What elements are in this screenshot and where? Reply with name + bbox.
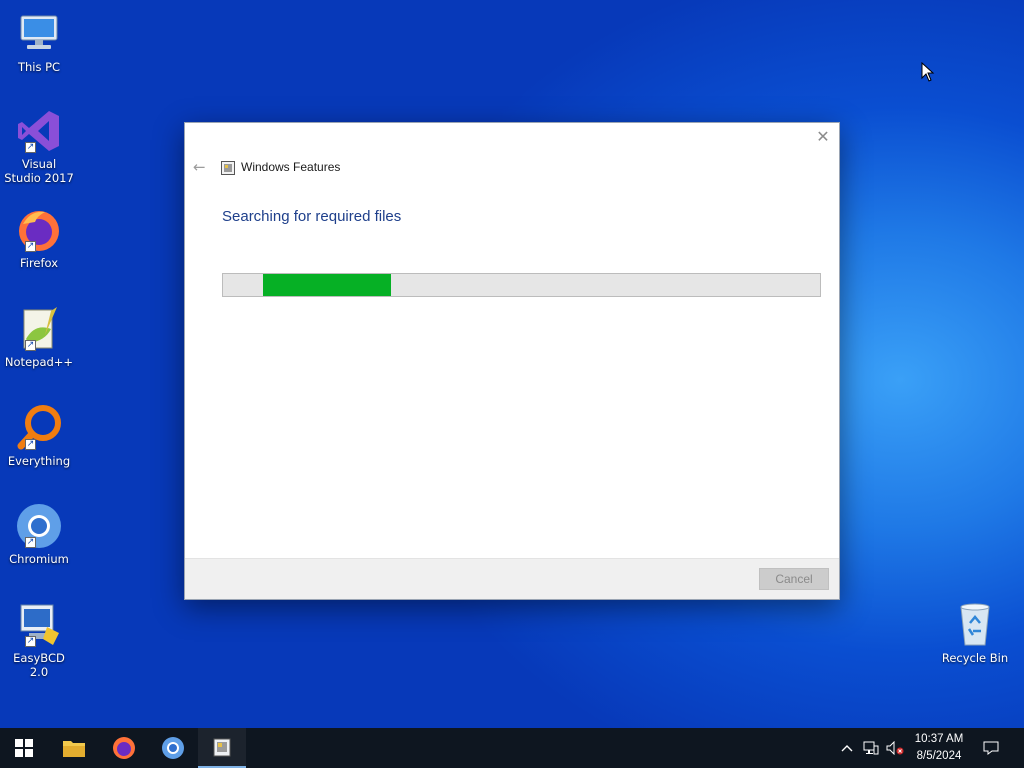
firefox-icon: ↗ [15, 206, 63, 254]
progress-bar [222, 273, 821, 297]
desktop-icon-label: Chromium [9, 552, 69, 566]
shortcut-arrow-icon: ↗ [25, 636, 36, 647]
recycle-bin-icon [951, 601, 999, 649]
shortcut-arrow-icon: ↗ [25, 537, 36, 548]
status-heading: Searching for required files [222, 208, 402, 225]
windows-start-icon [15, 739, 33, 757]
close-icon[interactable]: ✕ [815, 129, 831, 145]
mouse-cursor-icon [921, 61, 935, 86]
dialog-title: Windows Features [241, 160, 341, 174]
taskbar-file-explorer[interactable] [50, 728, 98, 768]
start-button[interactable] [0, 728, 48, 768]
network-icon[interactable] [860, 728, 882, 768]
desktop-icon-label: Recycle Bin [941, 651, 1009, 665]
desktop-icon-chromium[interactable]: ↗ Chromium [4, 502, 74, 566]
taskbar-firefox[interactable] [100, 728, 148, 768]
show-hidden-icons-chevron-icon[interactable] [838, 728, 856, 768]
back-arrow-icon[interactable]: ← [193, 158, 206, 176]
action-center-icon[interactable] [978, 728, 1004, 768]
dialog-footer: Cancel [185, 558, 839, 599]
taskbar: 10:37 AM 8/5/2024 [0, 728, 1024, 768]
desktop-icon-this-pc[interactable]: This PC [4, 10, 74, 74]
visual-studio-icon: ↗ [15, 107, 63, 155]
windows-features-dialog: ✕ ← Windows Features Searching for requi… [184, 122, 840, 600]
shortcut-arrow-icon: ↗ [25, 439, 36, 450]
clock-time: 10:37 AM [914, 733, 964, 745]
shortcut-arrow-icon: ↗ [25, 142, 36, 153]
windows-features-icon [221, 160, 235, 175]
cancel-button[interactable]: Cancel [759, 568, 829, 590]
everything-search-icon: ↗ [15, 404, 63, 452]
clock-date: 8/5/2024 [916, 750, 962, 762]
desktop-icon-easybcd[interactable]: ↗ EasyBCD 2.0 [4, 601, 74, 679]
desktop-icon-label: EasyBCD 2.0 [13, 651, 65, 679]
desktop-icon-label: Notepad++ [4, 355, 74, 369]
shortcut-arrow-icon: ↗ [25, 241, 36, 252]
shortcut-arrow-icon: ↗ [25, 340, 36, 351]
taskbar-clock[interactable]: 10:37 AM 8/5/2024 [905, 731, 973, 765]
computer-icon [15, 10, 63, 58]
firefox-icon [113, 737, 135, 759]
chromium-icon [162, 737, 184, 759]
desktop-icon-firefox[interactable]: ↗ Firefox [4, 206, 74, 270]
notepad-plus-plus-icon: ↗ [15, 305, 63, 353]
file-explorer-icon [63, 741, 85, 757]
taskbar-chromium[interactable] [149, 728, 197, 768]
easybcd-icon: ↗ [15, 601, 63, 649]
desktop-icon-recycle-bin[interactable]: Recycle Bin [940, 601, 1010, 665]
taskbar-windows-features[interactable] [198, 728, 246, 768]
desktop-icon-label: This PC [17, 60, 61, 74]
desktop-icon-everything[interactable]: ↗ Everything [4, 404, 74, 468]
desktop-icon-notepad-plus-plus[interactable]: ↗ Notepad++ [4, 305, 74, 369]
desktop-icon-label: Firefox [19, 256, 59, 270]
volume-muted-icon[interactable] [884, 728, 906, 768]
windows-features-icon [213, 738, 231, 757]
chromium-icon: ↗ [15, 502, 63, 550]
desktop-icon-label: Visual Studio 2017 [4, 157, 74, 185]
desktop-icon-label: Everything [7, 454, 71, 468]
progress-bar-fill [263, 274, 391, 296]
desktop-icon-visual-studio[interactable]: ↗ Visual Studio 2017 [4, 107, 74, 185]
